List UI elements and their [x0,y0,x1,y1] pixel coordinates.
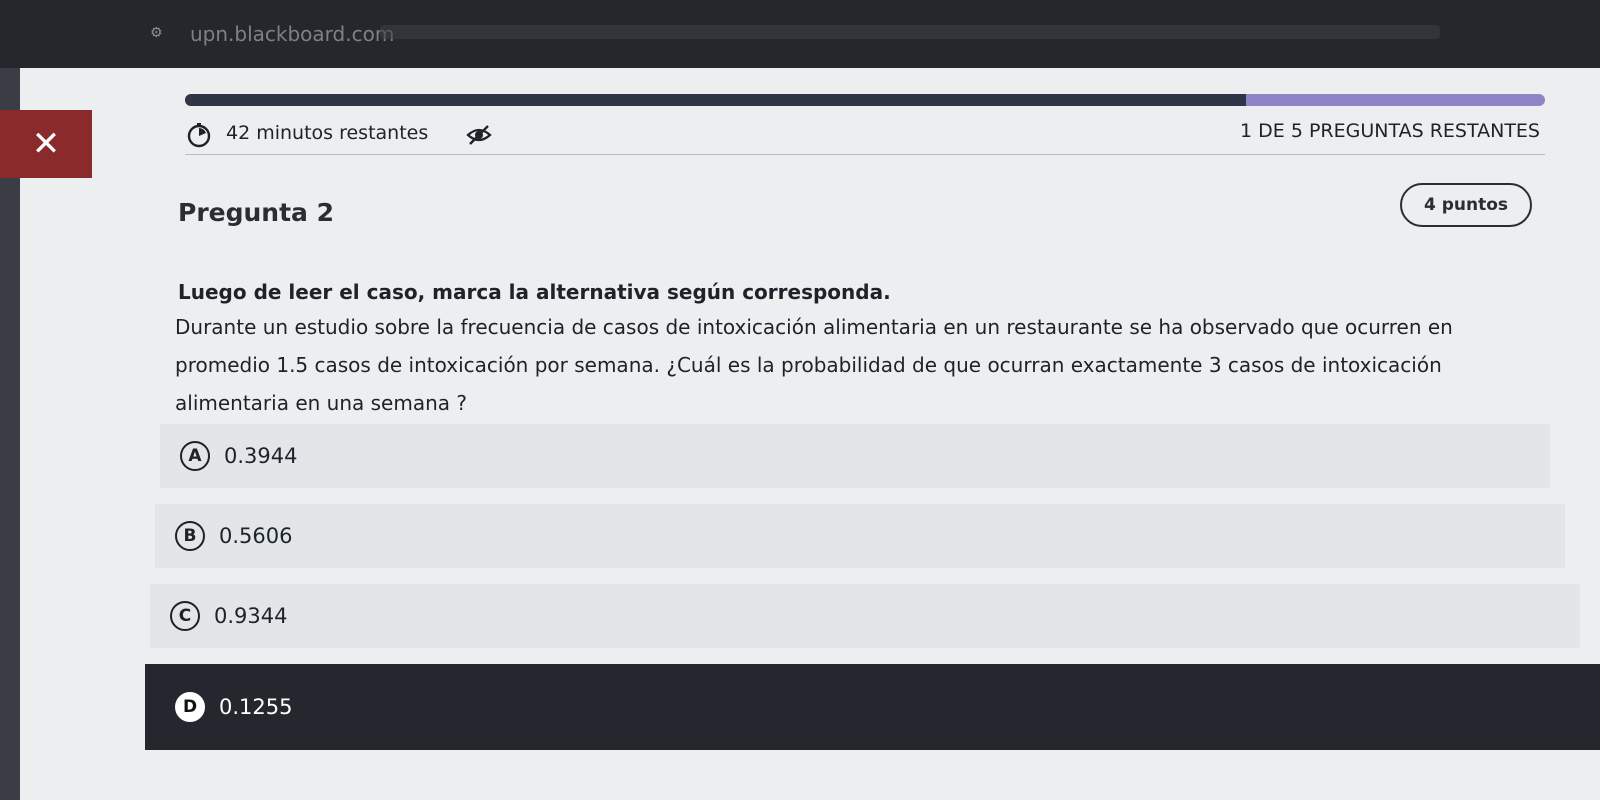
option-value: 0.5606 [219,524,293,548]
progress-bar [185,94,1545,106]
option-c[interactable]: C 0.9344 [150,584,1580,648]
url-text[interactable]: upn.blackboard.com [190,22,394,46]
question-instruction: Luego de leer el caso, marca la alternat… [178,280,891,304]
questions-remaining: 1 DE 5 PREGUNTAS RESTANTES [1240,120,1540,142]
quiz-page: ✕ 42 minutos restantes 1 DE 5 PREGUNTAS … [0,68,1600,800]
option-d[interactable]: D 0.1255 [145,664,1600,750]
option-value: 0.9344 [214,604,288,628]
option-b[interactable]: B 0.5606 [155,504,1565,568]
points-badge: 4 puntos [1400,183,1532,227]
close-button[interactable]: ✕ [0,110,92,178]
option-letter: D [175,692,205,722]
close-icon: ✕ [31,124,61,164]
option-letter: C [170,601,200,631]
option-value: 0.3944 [224,444,298,468]
hide-timer-icon[interactable] [466,124,492,146]
header-divider [185,154,1545,155]
browser-address-bar[interactable]: ⚙ upn.blackboard.com [0,0,1600,68]
option-letter: B [175,521,205,551]
option-letter: A [180,441,210,471]
progress-bar-fill [185,94,1246,106]
time-remaining: 42 minutos restantes [226,122,429,144]
question-text: Durante un estudio sobre la frecuencia d… [175,315,1453,415]
url-path-blurred [380,25,1440,39]
question-title: Pregunta 2 [178,198,335,227]
option-a[interactable]: A 0.3944 [160,424,1550,488]
timer-icon [187,123,211,148]
option-value: 0.1255 [219,695,293,719]
site-settings-icon[interactable]: ⚙ [150,26,164,40]
